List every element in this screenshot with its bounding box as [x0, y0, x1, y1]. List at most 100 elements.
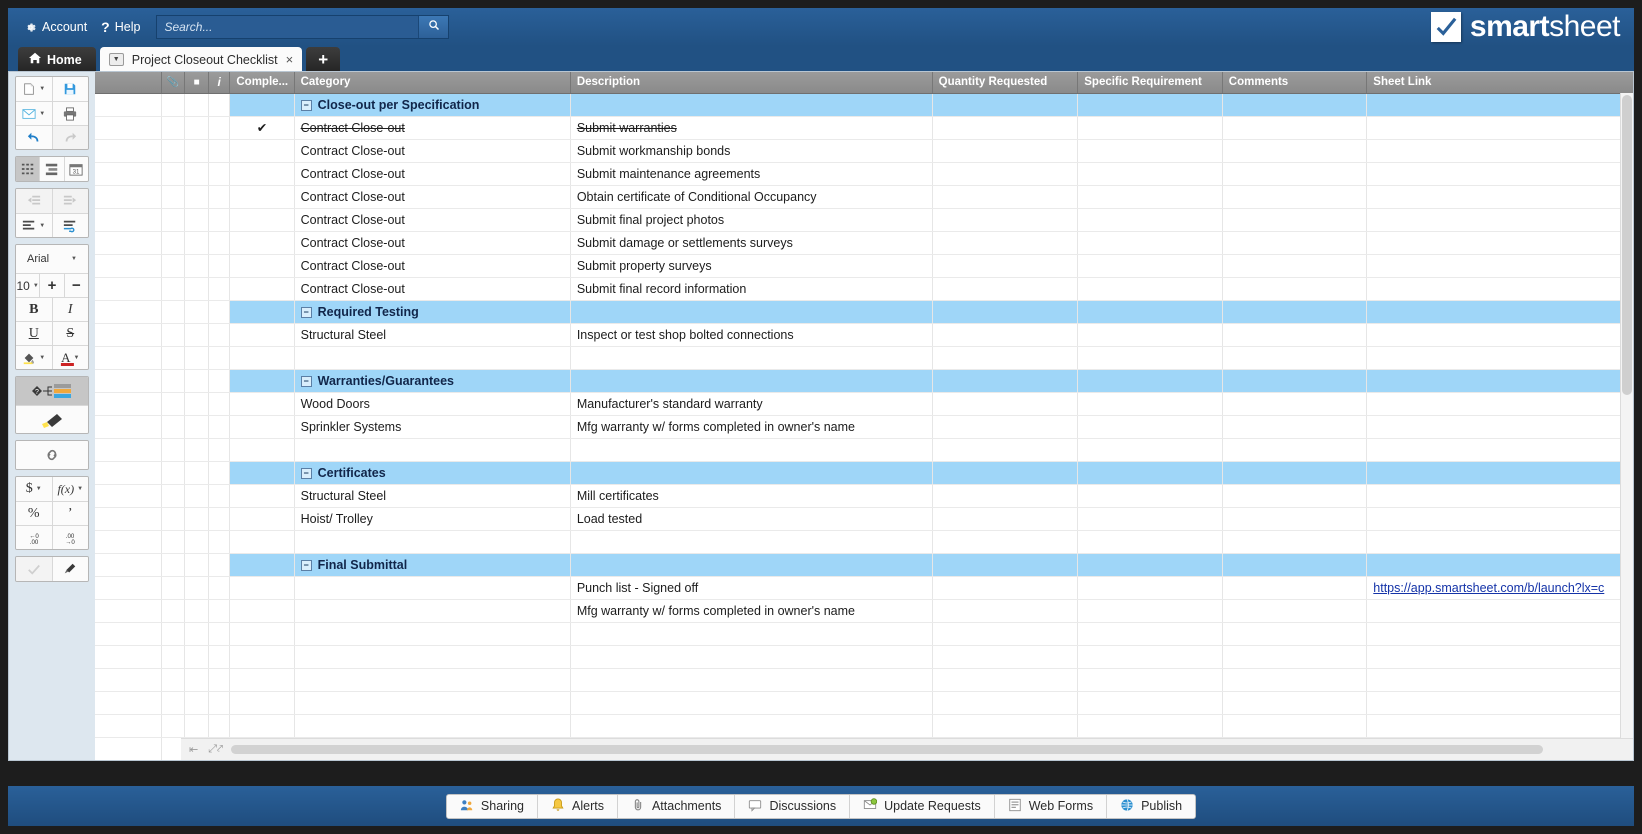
cell-comment[interactable]: [184, 231, 209, 255]
cell-comments[interactable]: [1222, 645, 1368, 669]
cell-comments[interactable]: [1222, 231, 1368, 255]
cell-quantity[interactable]: [932, 392, 1079, 416]
cell-comment[interactable]: [184, 576, 209, 600]
cell-info[interactable]: [208, 415, 231, 439]
cell-comments[interactable]: [1222, 277, 1368, 301]
outdent-button[interactable]: [16, 189, 52, 213]
cell-rownum[interactable]: [95, 254, 162, 278]
cell-info[interactable]: [208, 346, 231, 370]
collapse-toggle-icon[interactable]: −: [300, 99, 312, 111]
cell-rownum[interactable]: [95, 553, 162, 577]
cell-attach[interactable]: [161, 668, 186, 692]
table-row[interactable]: Contract Close-out Obtain certificate of …: [95, 185, 1633, 209]
tab-home[interactable]: Home: [18, 47, 96, 72]
cell-comments[interactable]: [1222, 415, 1368, 439]
collapse-toggle-icon[interactable]: −: [300, 467, 312, 479]
cell-quantity[interactable]: [932, 507, 1079, 531]
cell-comments[interactable]: [1222, 553, 1368, 577]
horizontal-scrollbar[interactable]: ⇤ ⤢⤤: [181, 738, 1633, 760]
table-section-row[interactable]: − Required Testing: [95, 300, 1633, 324]
cell-info[interactable]: [208, 392, 231, 416]
cell-description[interactable]: [570, 369, 933, 393]
cell-comment[interactable]: [184, 668, 209, 692]
cell-comment[interactable]: [184, 415, 209, 439]
cell-info[interactable]: [208, 553, 231, 577]
cell-comments[interactable]: [1222, 369, 1368, 393]
cell-rownum[interactable]: [95, 622, 162, 646]
cell-description[interactable]: [570, 346, 933, 370]
fill-color-button[interactable]: ▼: [16, 346, 52, 369]
cell-comment[interactable]: [184, 369, 209, 393]
cell-description[interactable]: Obtain certificate of Conditional Occupa…: [570, 185, 933, 209]
cell-comment[interactable]: [184, 622, 209, 646]
cell-quantity[interactable]: [932, 415, 1079, 439]
cell-comments[interactable]: [1222, 576, 1368, 600]
cell-attach[interactable]: [161, 300, 186, 324]
cell-attach[interactable]: [161, 231, 186, 255]
cell-sheetlink[interactable]: [1366, 415, 1633, 439]
scroll-left-icon[interactable]: ⇤: [189, 743, 198, 756]
cell-comment[interactable]: [184, 438, 209, 462]
cell-comment[interactable]: [184, 277, 209, 301]
cell-category[interactable]: Contract Close-out: [294, 116, 571, 140]
cell-complete[interactable]: [229, 645, 295, 669]
table-row[interactable]: Contract Close-out Submit property survey…: [95, 254, 1633, 278]
cell-comment[interactable]: [184, 392, 209, 416]
cell-complete[interactable]: [229, 461, 295, 485]
cell-comments[interactable]: [1222, 185, 1368, 209]
cell-requirement[interactable]: [1077, 208, 1223, 232]
cell-comment[interactable]: [184, 691, 209, 715]
cell-info[interactable]: [208, 576, 231, 600]
column-header-sheetlink[interactable]: Sheet Link: [1366, 72, 1633, 94]
cell-category[interactable]: Structural Steel: [294, 323, 571, 347]
cell-complete[interactable]: [229, 323, 295, 347]
send-email-button[interactable]: ▼: [16, 102, 52, 125]
status-button-discussions[interactable]: Discussions: [734, 794, 850, 818]
cell-info[interactable]: [208, 668, 231, 692]
cell-rownum[interactable]: [95, 737, 162, 760]
cell-description[interactable]: [570, 691, 933, 715]
cell-complete[interactable]: [229, 553, 295, 577]
cell-sheetlink[interactable]: [1366, 116, 1633, 140]
cell-attach[interactable]: [161, 185, 186, 209]
table-row[interactable]: Contract Close-out Submit maintenance agr…: [95, 162, 1633, 186]
cell-rownum[interactable]: [95, 714, 162, 738]
cell-complete[interactable]: [229, 622, 295, 646]
undo-button[interactable]: [16, 126, 52, 149]
cell-category[interactable]: − Close-out per Specification: [294, 93, 571, 117]
cell-attach[interactable]: [161, 346, 186, 370]
help-menu[interactable]: ? Help: [101, 20, 140, 34]
cell-rownum[interactable]: [95, 691, 162, 715]
cell-quantity[interactable]: [932, 484, 1079, 508]
cell-category[interactable]: Contract Close-out: [294, 254, 571, 278]
cell-quantity[interactable]: [932, 668, 1079, 692]
collapse-toggle-icon[interactable]: −: [300, 559, 312, 571]
cell-comments[interactable]: [1222, 300, 1368, 324]
print-button[interactable]: [51, 102, 88, 125]
cell-comment[interactable]: [184, 93, 209, 117]
cell-requirement[interactable]: [1077, 668, 1223, 692]
cell-complete[interactable]: [229, 530, 295, 554]
table-row[interactable]: [95, 714, 1633, 738]
cell-attach[interactable]: [161, 461, 186, 485]
cell-sheetlink[interactable]: [1366, 346, 1633, 370]
cell-requirement[interactable]: [1077, 277, 1223, 301]
cell-info[interactable]: [208, 116, 231, 140]
cell-category[interactable]: Sprinkler Systems: [294, 415, 571, 439]
cell-quantity[interactable]: [932, 461, 1079, 485]
column-header-complete[interactable]: Comple...: [229, 72, 295, 94]
underline-button[interactable]: U: [16, 322, 52, 345]
cell-attach[interactable]: [161, 392, 186, 416]
cell-comments[interactable]: [1222, 714, 1368, 738]
cell-attach[interactable]: [161, 507, 186, 531]
cell-category[interactable]: [294, 438, 571, 462]
cell-complete[interactable]: [229, 208, 295, 232]
cell-description[interactable]: [570, 300, 933, 324]
cell-complete[interactable]: [229, 668, 295, 692]
cell-attach[interactable]: [161, 622, 186, 646]
clear-format-button[interactable]: [16, 557, 52, 581]
column-header-rownum[interactable]: [95, 72, 162, 94]
collapse-toggle-icon[interactable]: −: [300, 375, 312, 387]
cell-requirement[interactable]: [1077, 93, 1223, 117]
cell-complete[interactable]: [229, 277, 295, 301]
